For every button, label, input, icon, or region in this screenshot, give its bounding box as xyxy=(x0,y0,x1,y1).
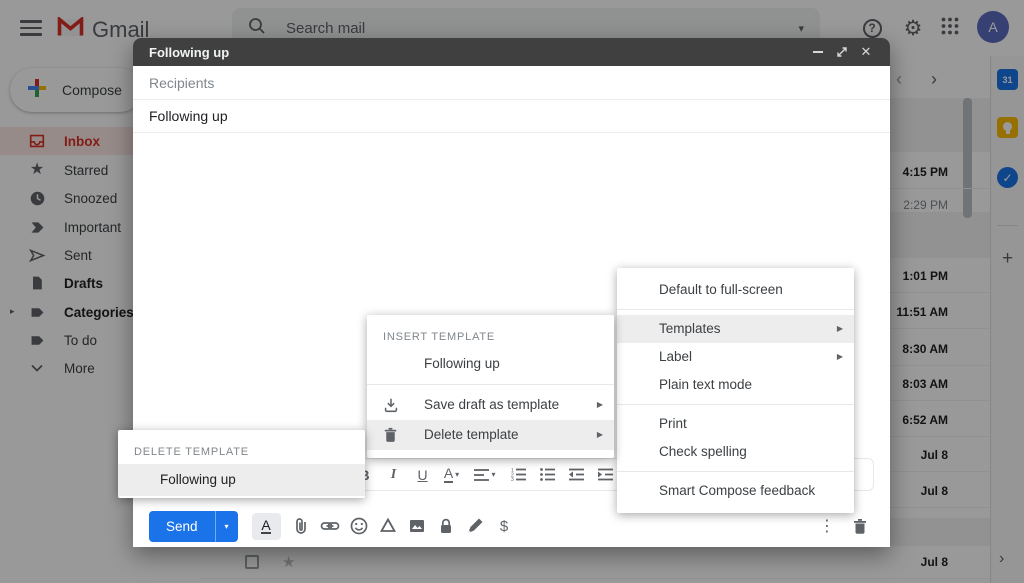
menu-item-fullscreen[interactable]: Default to full-screen xyxy=(617,276,854,304)
indent-more-button[interactable] xyxy=(591,468,620,481)
send-options-caret-icon[interactable]: ▾ xyxy=(214,510,238,542)
drive-icon[interactable] xyxy=(374,513,403,540)
menu-item-plain-text[interactable]: Plain text mode xyxy=(617,371,854,399)
italic-button[interactable]: I xyxy=(379,467,408,483)
submenu-arrow-icon: ▶ xyxy=(836,324,843,333)
confidential-mode-icon[interactable] xyxy=(432,513,461,540)
menu-item-delete-template[interactable]: Delete template ▶ xyxy=(367,420,614,450)
menu-divider xyxy=(617,404,854,405)
insert-signature-icon[interactable] xyxy=(461,513,490,540)
compose-options-menu: Default to full-screen Templates ▶ Label ▶… xyxy=(617,268,854,513)
numbered-list-button[interactable]: 123 xyxy=(504,468,533,481)
insert-emoji-icon[interactable] xyxy=(345,513,374,540)
svg-text:3: 3 xyxy=(511,477,514,481)
minimize-icon[interactable] xyxy=(808,42,828,62)
close-icon[interactable]: ✕ xyxy=(856,42,876,62)
insert-template-header: INSERT TEMPLATE xyxy=(383,331,496,343)
menu-item-templates[interactable]: Templates ▶ xyxy=(617,315,854,343)
menu-item-check-spelling[interactable]: Check spelling xyxy=(617,438,854,466)
submenu-arrow-icon: ▶ xyxy=(836,352,843,361)
align-button[interactable]: ▾ xyxy=(466,468,504,481)
text-color-button[interactable]: A ▾ xyxy=(437,466,466,483)
menu-item-delete-following-up[interactable]: Following up xyxy=(118,464,365,496)
menu-item-print[interactable]: Print xyxy=(617,410,854,438)
insert-photo-icon[interactable] xyxy=(403,513,432,540)
delete-template-header: DELETE TEMPLATE xyxy=(134,446,249,458)
caret-down-icon: ▾ xyxy=(491,470,496,479)
trash-icon xyxy=(382,425,402,445)
underline-button[interactable]: U xyxy=(408,467,437,483)
delete-template-submenu: DELETE TEMPLATE Following up xyxy=(118,430,365,498)
insert-link-icon[interactable] xyxy=(316,513,345,540)
menu-divider xyxy=(617,471,854,472)
formatting-options-button[interactable]: A xyxy=(251,512,281,540)
submenu-arrow-icon: ▶ xyxy=(596,400,603,409)
menu-divider xyxy=(617,309,854,310)
compose-title: Following up xyxy=(149,44,230,60)
menu-item-label[interactable]: Label ▶ xyxy=(617,343,854,371)
attach-files-icon[interactable] xyxy=(287,513,316,540)
send-label[interactable]: Send xyxy=(149,511,215,542)
discard-draft-trash-icon[interactable] xyxy=(845,513,874,540)
popout-icon[interactable] xyxy=(832,42,852,62)
save-template-icon xyxy=(382,395,402,415)
menu-item-save-draft-as-template[interactable]: Save draft as template ▶ xyxy=(367,390,614,420)
menu-item-template-following-up[interactable]: Following up xyxy=(367,349,614,379)
gmail-screen: Gmail Search mail ▾ ? ⚙ A Compose Inbox … xyxy=(0,0,1024,583)
subject-field[interactable] xyxy=(149,108,874,124)
indent-less-button[interactable] xyxy=(562,468,591,481)
bulleted-list-button[interactable] xyxy=(533,468,562,481)
submenu-arrow-icon: ▶ xyxy=(596,430,603,439)
menu-item-smart-compose-feedback[interactable]: Smart Compose feedback xyxy=(617,477,854,505)
subject-row xyxy=(133,100,890,133)
recipients-field[interactable] xyxy=(149,74,874,91)
send-button[interactable]: Send ▾ xyxy=(149,510,238,542)
compose-header[interactable]: Following up ✕ xyxy=(133,38,890,66)
templates-submenu: INSERT TEMPLATE Following up Save draft … xyxy=(367,315,614,458)
caret-down-icon: ▾ xyxy=(455,470,460,479)
recipients-row xyxy=(133,66,890,100)
more-send-options-icon[interactable]: ⋮ xyxy=(817,516,837,536)
money-icon[interactable]: $ xyxy=(490,513,519,540)
menu-divider xyxy=(367,384,614,385)
